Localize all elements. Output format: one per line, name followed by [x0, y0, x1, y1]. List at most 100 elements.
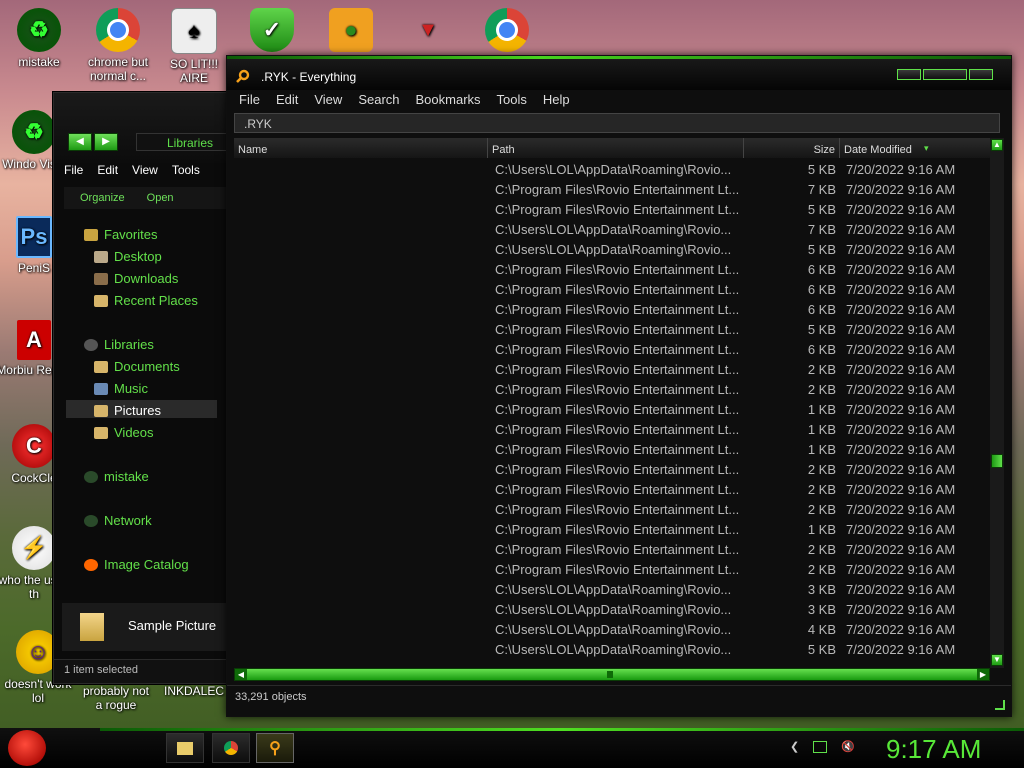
- desktop-icon-probably-not-a-rogue[interactable]: probably not a rogue: [78, 684, 154, 712]
- horizontal-scrollbar[interactable]: ◀ ▶: [234, 668, 990, 681]
- nav-recent-places[interactable]: Recent Places: [94, 293, 198, 308]
- menu-edit[interactable]: Edit: [276, 92, 298, 107]
- taskbar-explorer-button[interactable]: [166, 733, 204, 763]
- desktop-icon-bad-piggies[interactable]: ●: [313, 8, 389, 55]
- scroll-left-button[interactable]: ◀: [235, 669, 247, 680]
- star-icon: [84, 228, 98, 241]
- close-button[interactable]: [969, 69, 993, 80]
- cell-path: C:\Program Files\Rovio Entertainment Lt.…: [495, 462, 740, 477]
- menu-file[interactable]: File: [239, 92, 260, 107]
- table-row[interactable]: DARK_COMIC_7.json.RYKC:\Program Files\Ro…: [234, 400, 990, 420]
- minimize-button[interactable]: [897, 69, 921, 80]
- table-row[interactable]: LevelP5_406.lua.RYKC:\Users\LOL\AppData\…: [234, 600, 990, 620]
- clock[interactable]: 9:17 AM: [886, 734, 981, 765]
- desktop-icon-chrome-2[interactable]: [469, 8, 545, 55]
- maximize-button[interactable]: [923, 69, 967, 80]
- explorer-window[interactable]: ◀ ▶ Libraries File Edit View Tools Organ…: [53, 92, 230, 684]
- volume-muted-icon[interactable]: 🔇: [841, 740, 855, 753]
- table-row[interactable]: DARK_COMIC_1.json.RYKC:\Program Files\Ro…: [234, 560, 990, 580]
- search-input[interactable]: .RYK: [234, 113, 1000, 133]
- table-row[interactable]: DARK_COMIC_9.json.RYKC:\Program Files\Ro…: [234, 360, 990, 380]
- table-row[interactable]: LevelCH_1.lua.RYKC:\Users\LOL\AppData\Ro…: [234, 240, 990, 260]
- scroll-down-button[interactable]: ▼: [991, 654, 1003, 666]
- menu-help[interactable]: Help: [543, 92, 570, 107]
- show-hidden-icons-button[interactable]: ❮: [790, 740, 799, 753]
- nav-favorites[interactable]: Favorites: [84, 227, 157, 242]
- explorer-menu-tools[interactable]: Tools: [172, 163, 200, 177]
- table-row[interactable]: EPISODE2.json.RYKC:\Program Files\Rovio …: [234, 260, 990, 280]
- back-button[interactable]: ◀: [68, 133, 92, 151]
- table-row[interactable]: EPISODE3.json.RYKC:\Program Files\Rovio …: [234, 340, 990, 360]
- table-row[interactable]: LevelP5_409.lua.RYKC:\Users\LOL\AppData\…: [234, 580, 990, 600]
- taskbar-everything-button[interactable]: ⚲: [256, 733, 294, 763]
- scroll-right-button[interactable]: ▶: [977, 669, 989, 680]
- table-row[interactable]: COMING.json.RYKC:\Program Files\Rovio En…: [234, 320, 990, 340]
- desktop-icon-emblem[interactable]: ▼: [390, 8, 466, 55]
- scroll-up-button[interactable]: ▲: [991, 139, 1003, 151]
- nav-network[interactable]: Network: [84, 513, 152, 528]
- nav-libraries[interactable]: Libraries: [84, 337, 154, 352]
- results-list[interactable]: LevelCH_13.lua.RYKC:\Users\LOL\AppData\R…: [234, 160, 990, 662]
- nav-downloads[interactable]: Downloads: [94, 271, 178, 286]
- table-row[interactable]: LEVELEND_PIGS_START.json.RYKC:\Program F…: [234, 180, 990, 200]
- desktop-icon-chrome[interactable]: chrome but normal c...: [80, 8, 156, 83]
- nav-music[interactable]: Music: [94, 381, 148, 396]
- scroll-thumb[interactable]: [991, 454, 1003, 468]
- table-row[interactable]: DARK_COMIC_2.json.RYKC:\Program Files\Ro…: [234, 500, 990, 520]
- menu-search[interactable]: Search: [358, 92, 399, 107]
- explorer-menu-edit[interactable]: Edit: [97, 163, 118, 177]
- table-row[interactable]: DARK_COMIC_4.json.RYKC:\Program Files\Ro…: [234, 460, 990, 480]
- menu-view[interactable]: View: [314, 92, 342, 107]
- taskbar-chrome-button[interactable]: [212, 733, 250, 763]
- cell-path: C:\Program Files\Rovio Entertainment Lt.…: [495, 502, 740, 517]
- column-header-path[interactable]: Path: [488, 138, 744, 158]
- nav-desktop[interactable]: Desktop: [94, 249, 162, 264]
- hscroll-thumb[interactable]: [607, 671, 613, 678]
- table-row[interactable]: EPISODE1.json.RYKC:\Program Files\Rovio …: [234, 300, 990, 320]
- table-row[interactable]: DARK_COMIC_5.json.RYKC:\Program Files\Ro…: [234, 440, 990, 460]
- explorer-address-bar[interactable]: Libraries: [136, 133, 229, 151]
- desktop-icon-label: SO LIT!!! AIRE: [169, 57, 218, 85]
- table-row[interactable]: DARK_COMIC_8.json.RYKC:\Program Files\Ro…: [234, 380, 990, 400]
- nav-image-catalog[interactable]: Image Catalog: [84, 557, 189, 572]
- table-row[interactable]: LEVELEND_BIRDS_LOOP.json.RYKC:\Program F…: [234, 200, 990, 220]
- desktop-icon-label: INKDALEC: [163, 684, 225, 698]
- start-button[interactable]: [8, 730, 46, 766]
- column-header-size[interactable]: Size: [744, 138, 840, 158]
- vertical-scrollbar[interactable]: ▲ ▼: [990, 138, 1004, 668]
- nav-documents[interactable]: Documents: [94, 359, 180, 374]
- table-row[interactable]: DARK_COMIC_10.json.RYKC:\Program Files\R…: [234, 540, 990, 560]
- network-status-icon[interactable]: [813, 740, 828, 753]
- table-row[interactable]: EPISODE4.json.RYKC:\Program Files\Rovio …: [234, 280, 990, 300]
- desktop-icon-mistake[interactable]: ♻ mistake: [1, 8, 77, 69]
- table-row[interactable]: LevelCH_13.lua.RYKC:\Users\LOL\AppData\R…: [234, 160, 990, 180]
- everything-titlebar[interactable]: .RYK - Everything: [227, 56, 1011, 90]
- everything-window[interactable]: .RYK - Everything File Edit View Search …: [226, 55, 1012, 717]
- column-header-date-modified[interactable]: Date Modified ▾: [840, 138, 990, 158]
- forward-button[interactable]: ▶: [94, 133, 118, 151]
- organize-button[interactable]: Organize: [80, 187, 125, 209]
- table-row[interactable]: DARK_COMIC_6.json.RYKC:\Program Files\Ro…: [234, 420, 990, 440]
- nav-mistake[interactable]: mistake: [84, 469, 149, 484]
- explorer-menu-file[interactable]: File: [64, 163, 83, 177]
- explorer-menu-view[interactable]: View: [132, 163, 158, 177]
- explorer-titlebar[interactable]: [54, 93, 229, 163]
- cell-size: 5 KB: [807, 242, 836, 257]
- table-row[interactable]: LevelP5_400.lua.RYKC:\Users\LOL\AppData\…: [234, 620, 990, 640]
- nav-videos[interactable]: Videos: [94, 425, 154, 440]
- menu-bookmarks[interactable]: Bookmarks: [416, 92, 481, 107]
- table-row[interactable]: DARK_COMIC_3.json.RYKC:\Program Files\Ro…: [234, 480, 990, 500]
- table-row[interactable]: LevelP5_396.lua.RYKC:\Users\LOL\AppData\…: [234, 640, 990, 660]
- desktop-icon-so-lit-aire[interactable]: ♠ SO LIT!!! AIRE: [156, 8, 232, 85]
- open-button[interactable]: Open: [147, 187, 174, 209]
- results-header: Name Path Size Date Modified ▾: [234, 138, 990, 158]
- desktop-icon-label: chrome but normal c...: [87, 55, 149, 83]
- desktop-icon-security[interactable]: ✓: [234, 8, 310, 55]
- desktop-icon-inkdalec[interactable]: INKDALEC: [156, 684, 232, 698]
- nav-pictures[interactable]: Pictures: [94, 403, 161, 418]
- table-row[interactable]: LevelCH_3.lua.RYKC:\Users\LOL\AppData\Ro…: [234, 220, 990, 240]
- resize-grip[interactable]: [995, 700, 1005, 710]
- column-header-name[interactable]: Name: [234, 138, 488, 158]
- menu-tools[interactable]: Tools: [497, 92, 527, 107]
- table-row[interactable]: DARK_COMIC_11.json.RYKC:\Program Files\R…: [234, 520, 990, 540]
